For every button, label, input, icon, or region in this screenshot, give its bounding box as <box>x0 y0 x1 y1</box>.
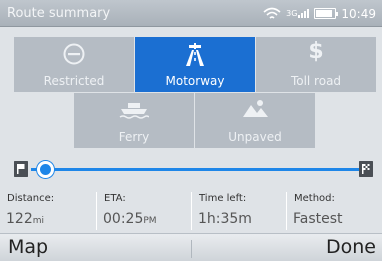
done-button[interactable]: Done <box>326 236 376 258</box>
eta-label: ETA: <box>104 193 126 204</box>
method-label: Method: <box>294 193 335 204</box>
start-flag-icon <box>14 161 28 177</box>
battery-icon <box>314 8 339 19</box>
route-progress <box>0 152 382 185</box>
method-value: Fastest <box>293 211 343 227</box>
method-info: Method: Fastest <box>287 188 382 233</box>
eta-value: 00:25PM <box>103 211 157 227</box>
divider <box>191 240 192 258</box>
distance-info: Distance: 122mi <box>0 188 96 233</box>
route-info: Distance: 122mi ETA: 00:25PM Time left: … <box>0 188 382 233</box>
option-label: Restricted <box>43 74 105 88</box>
option-ferry[interactable]: Ferry <box>74 93 194 148</box>
option-label: Motorway <box>165 74 225 88</box>
distance-value: 122mi <box>6 211 45 227</box>
time-left-value: 1h:35m <box>198 211 252 227</box>
wifi-icon <box>263 7 281 19</box>
screen-title: Route summary <box>7 6 111 21</box>
unpaved-road-icon <box>243 100 268 117</box>
ferry-icon <box>119 103 149 119</box>
distance-label: Distance: <box>7 193 55 204</box>
signal-label: 3G <box>286 9 298 18</box>
option-label: Ferry <box>118 130 150 144</box>
signal-icon: 3G <box>286 9 310 18</box>
progress-knob[interactable] <box>37 161 54 178</box>
time-left-label: Time left: <box>199 193 247 204</box>
time-left-info: Time left: 1h:35m <box>192 188 286 233</box>
bottom-bar: Map Done <box>0 233 382 261</box>
battery-fill <box>316 10 333 17</box>
option-restricted[interactable]: Restricted <box>14 37 134 92</box>
dollar-icon: $ <box>308 39 324 64</box>
option-toll-road[interactable]: $ Toll road <box>256 37 376 92</box>
option-label: Unpaved <box>228 130 282 144</box>
option-unpaved[interactable]: Unpaved <box>195 93 315 148</box>
status-indicators: 3G 10:49 <box>263 5 376 22</box>
eta-info: ETA: 00:25PM <box>97 188 191 233</box>
motorway-icon <box>186 43 204 66</box>
status-bar: Route summary 3G 10:49 <box>0 0 382 27</box>
option-motorway[interactable]: Motorway <box>135 37 255 92</box>
finish-flag-icon <box>359 161 373 177</box>
option-label: Toll road <box>290 74 342 88</box>
clock: 10:49 <box>341 6 376 21</box>
no-entry-icon <box>63 43 85 65</box>
progress-track <box>48 168 366 171</box>
map-button[interactable]: Map <box>8 236 48 258</box>
